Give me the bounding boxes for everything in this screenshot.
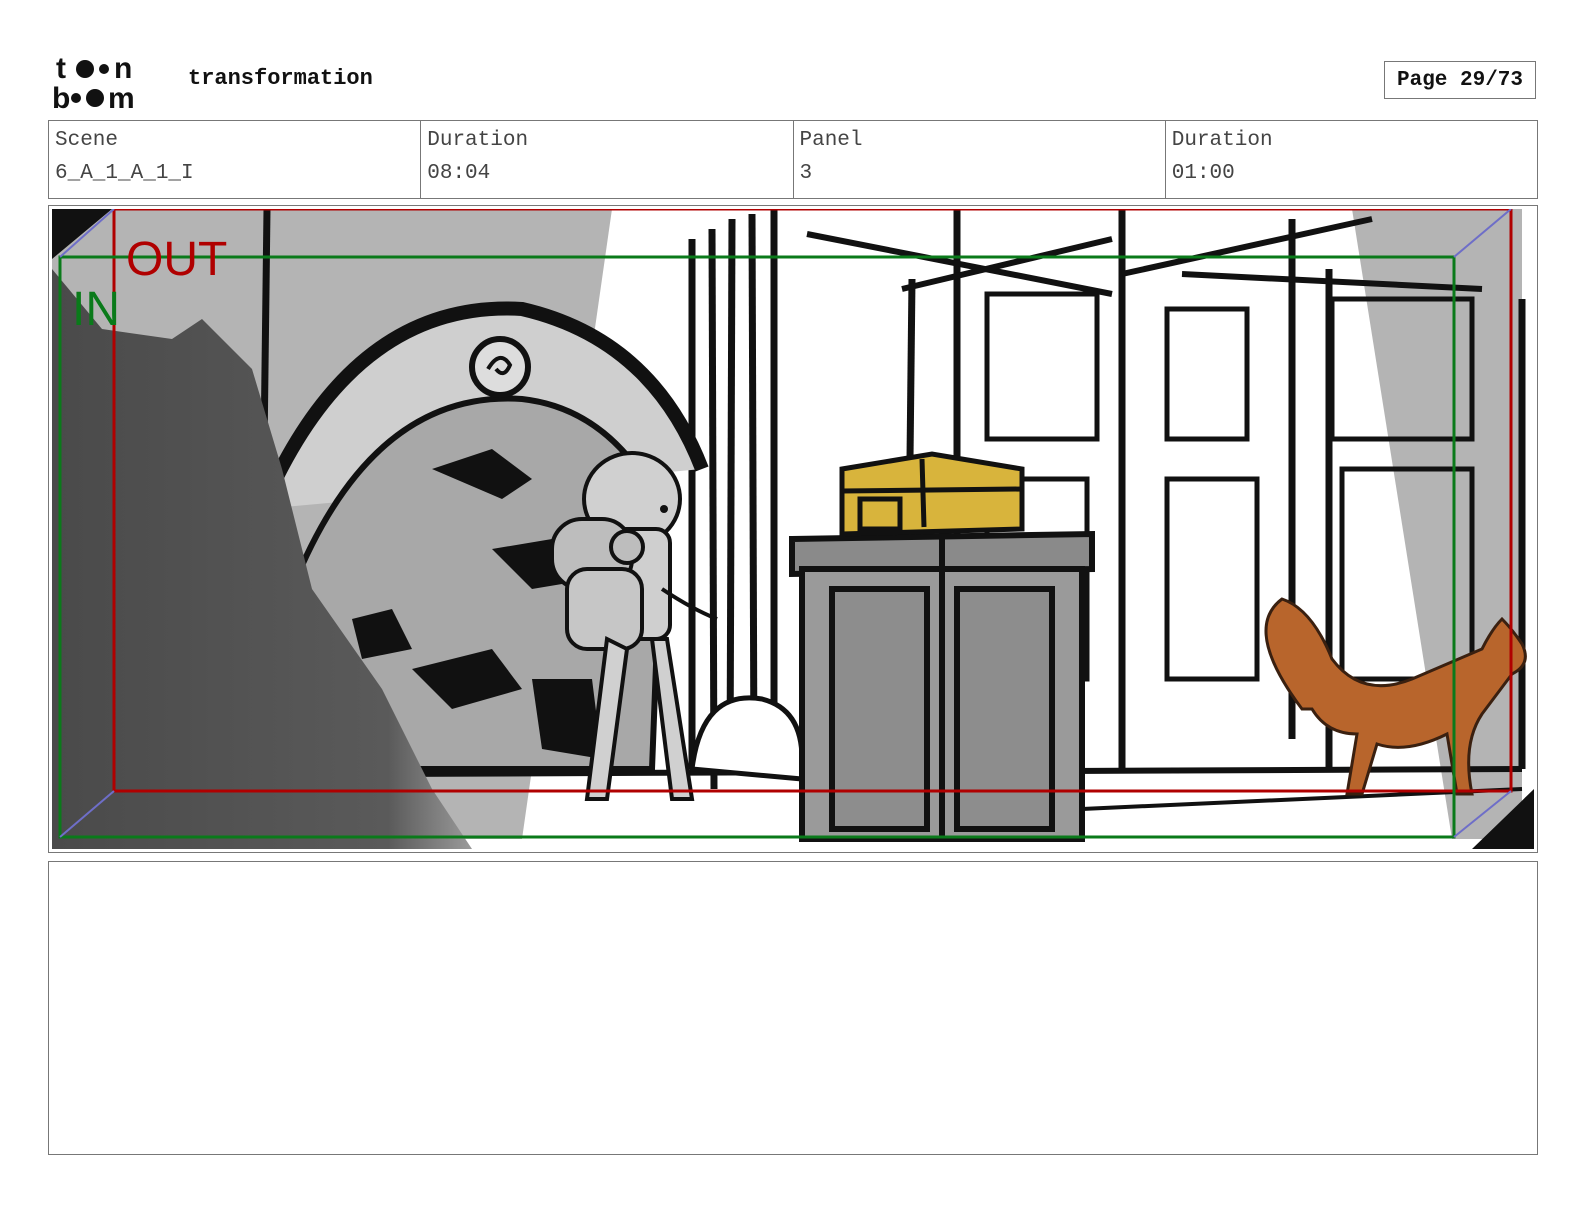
panel-label: Panel (799, 129, 863, 152)
panel-duration-label: Duration (1171, 129, 1273, 152)
scene-label: Scene (55, 129, 119, 152)
panel-notes-box (48, 861, 1538, 1155)
scene-cell: Scene 6_A_1_A_1_I (49, 121, 422, 198)
svg-text:b: b (52, 82, 70, 110)
svg-text:t: t (56, 52, 66, 85)
panel-duration-value: 01:00 (1171, 162, 1235, 185)
svg-text:m: m (108, 82, 135, 110)
scene-duration-value: 08:04 (427, 162, 491, 185)
scene-value: 6_A_1_A_1_I (55, 162, 194, 185)
scene-duration-label: Duration (427, 129, 529, 152)
scene-info-table: Scene 6_A_1_A_1_I Duration 08:04 Panel 3… (48, 120, 1538, 199)
project-title: transformation (188, 66, 373, 91)
camera-out-label: OUT (126, 233, 227, 286)
page-number: Page 29/73 (1384, 61, 1536, 99)
panel-cell: Panel 3 (794, 121, 1166, 198)
panel-duration-cell: Duration 01:00 (1166, 121, 1537, 198)
storyboard-panel-image: OUT IN (52, 209, 1534, 849)
panel-value: 3 (799, 162, 813, 185)
scene-duration-cell: Duration 08:04 (421, 121, 794, 198)
svg-text:n: n (114, 52, 132, 85)
toon-boom-logo: t n b m (52, 52, 164, 115)
camera-in-label: IN (72, 283, 120, 336)
